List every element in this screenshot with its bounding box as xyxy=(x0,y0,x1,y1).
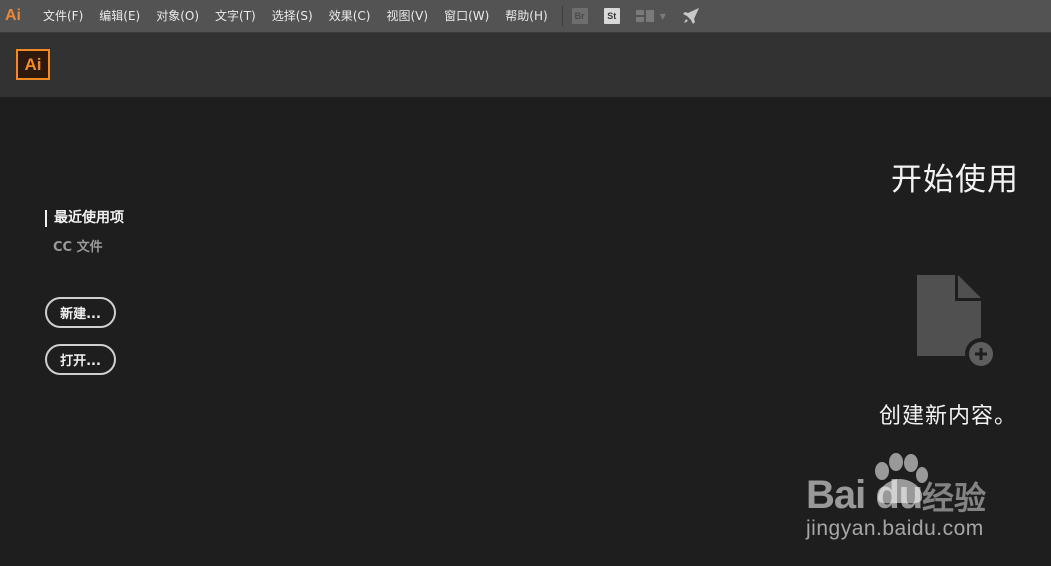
start-screen: 最近使用项 CC 文件 新建... 打开... 开始使用 创建新内容。 Bai … xyxy=(0,97,1051,566)
illustrator-logo: Ai xyxy=(16,49,50,80)
workspace-switcher[interactable]: ▼ xyxy=(635,0,666,33)
create-new-text: 创建新内容。 xyxy=(878,404,1017,429)
stock-button[interactable]: St xyxy=(603,0,620,33)
menu-edit[interactable]: 编辑(E) xyxy=(91,0,148,33)
new-document-icon[interactable] xyxy=(915,274,997,370)
menu-type[interactable]: 文字(T) xyxy=(207,0,264,33)
nav-cc-files[interactable]: CC 文件 xyxy=(53,236,103,255)
bridge-icon: Br xyxy=(571,8,588,24)
menu-effect[interactable]: 效果(C) xyxy=(321,0,379,33)
bridge-button[interactable]: Br xyxy=(571,0,588,33)
app-header: Ai xyxy=(0,33,1051,97)
app-logo-small: Ai xyxy=(5,7,21,24)
menu-bar: Ai 文件(F) 编辑(E) 对象(O) 文字(T) 选择(S) 效果(C) 视… xyxy=(0,0,1051,33)
open-button[interactable]: 打开... xyxy=(45,344,116,375)
menu-select[interactable]: 选择(S) xyxy=(264,0,321,33)
baidu-watermark: Bai du 经验 jingyan.baidu.com xyxy=(806,453,1006,553)
menu-separator xyxy=(561,6,563,26)
workspace-icon xyxy=(635,10,654,22)
rocket-icon xyxy=(682,8,699,24)
menu-help[interactable]: 帮助(H) xyxy=(497,0,555,33)
stock-icon: St xyxy=(603,8,620,24)
new-button[interactable]: 新建... xyxy=(45,297,116,328)
main-menu: 文件(F) 编辑(E) 对象(O) 文字(T) 选择(S) 效果(C) 视图(V… xyxy=(35,0,556,33)
menu-file[interactable]: 文件(F) xyxy=(35,0,91,33)
plus-icon xyxy=(965,338,997,370)
watermark-brand: Bai du xyxy=(806,473,923,517)
menu-window[interactable]: 窗口(W) xyxy=(436,0,497,33)
get-started-title: 开始使用 xyxy=(891,162,1019,198)
menu-object[interactable]: 对象(O) xyxy=(148,0,207,33)
chevron-down-icon: ▼ xyxy=(659,11,666,21)
watermark-jingyan: 经验 xyxy=(922,479,987,517)
menu-view[interactable]: 视图(V) xyxy=(378,0,436,33)
rocket-button[interactable] xyxy=(682,0,700,33)
nav-recent[interactable]: 最近使用项 xyxy=(45,210,124,227)
watermark-url: jingyan.baidu.com xyxy=(806,517,984,540)
